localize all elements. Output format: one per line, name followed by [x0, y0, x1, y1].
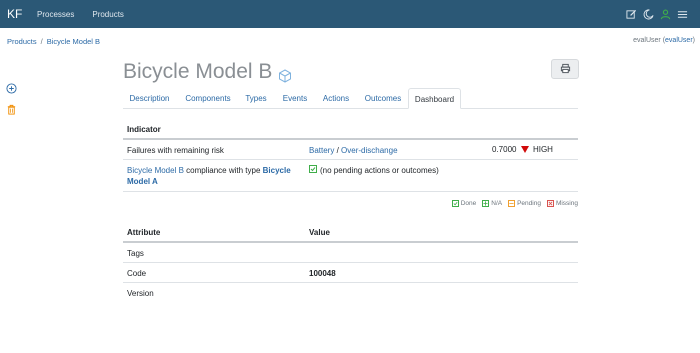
tab-components[interactable]: Components — [176, 88, 240, 109]
compliance-status-text: (no pending actions or outcomes) — [320, 165, 439, 175]
tab-types[interactable]: Types — [240, 88, 272, 109]
legend-pending-label: Pending — [517, 200, 541, 207]
risk-number: 0.7000 — [492, 145, 517, 154]
edit-icon[interactable] — [626, 9, 637, 20]
table-row: Version — [123, 283, 578, 303]
compliance-status: (no pending actions or outcomes) — [309, 165, 439, 175]
tab-dashboard[interactable]: Dashboard — [408, 88, 461, 109]
user-icon[interactable] — [660, 9, 671, 20]
pending-minus-icon — [508, 200, 516, 207]
legend-missing-label: Missing — [555, 200, 578, 207]
attribute-name: Code — [127, 269, 147, 278]
menu-icon[interactable] — [677, 9, 688, 20]
table-row: Bicycle Model B compliance with type Bic… — [123, 160, 578, 192]
table-row: Code 100048 — [123, 263, 578, 283]
missing-x-icon — [546, 200, 554, 207]
cube-icon — [278, 65, 292, 83]
breadcrumb-products[interactable]: Products — [7, 37, 37, 46]
breadcrumb: Products / Bicycle Model B — [7, 37, 100, 46]
indicator-header: Indicator — [127, 125, 161, 134]
battery-link[interactable]: Battery — [309, 146, 334, 155]
user-link[interactable]: evalUser — [665, 37, 693, 44]
moon-icon[interactable] — [643, 9, 654, 20]
indicator-label: Failures with remaining risk — [127, 146, 224, 155]
tab-events[interactable]: Events — [275, 88, 315, 109]
check-box-icon — [309, 165, 317, 175]
nav-link-processes[interactable]: Processes — [37, 10, 74, 19]
risk-value: 0.7000 HIGH — [492, 145, 553, 154]
legend-na: N/A — [482, 200, 502, 207]
bicycle-model-b-link[interactable]: Bicycle Model B — [127, 166, 184, 175]
attribute-header-row: Attribute Value — [123, 221, 578, 243]
status-legend: Done N/A Pending Missing — [451, 200, 578, 207]
done-check-icon — [451, 200, 459, 207]
tab-actions[interactable]: Actions — [315, 88, 357, 109]
nav-icons — [626, 9, 688, 20]
printer-icon — [560, 63, 571, 76]
legend-done-label: Done — [460, 200, 477, 207]
page-title-text: Bicycle Model B — [123, 60, 273, 83]
indicator-table: Indicator Failures with remaining risk B… — [123, 118, 578, 192]
nav-link-products[interactable]: Products — [92, 10, 124, 19]
attribute-name: Version — [127, 289, 154, 298]
legend-na-label: N/A — [491, 200, 503, 207]
brand-logo[interactable]: KF — [7, 7, 27, 21]
legend-missing: Missing — [546, 200, 578, 207]
user-name: evalUser — [633, 37, 661, 44]
attribute-column-header: Attribute — [127, 228, 161, 237]
attribute-table: Attribute Value Tags Code 100048 Version — [123, 221, 578, 303]
risk-level: HIGH — [532, 145, 553, 154]
user-info: evalUser (evalUser) — [633, 37, 695, 44]
breadcrumb-separator: / — [40, 37, 43, 46]
legend-done: Done — [451, 200, 477, 207]
tab-outcomes[interactable]: Outcomes — [358, 88, 408, 109]
risk-down-triangle-icon — [520, 146, 529, 154]
table-row: Tags — [123, 243, 578, 263]
legend-pending: Pending — [508, 200, 541, 207]
page-title: Bicycle Model B — [123, 60, 292, 84]
compliance-text: compliance with type — [183, 166, 263, 175]
failure-links: Battery / Over-dischange — [309, 146, 398, 155]
link-separator: / — [336, 146, 339, 155]
indicator-header-row: Indicator — [123, 118, 578, 140]
attribute-name: Tags — [127, 249, 144, 258]
tab-bar: Description Components Types Events Acti… — [123, 88, 578, 109]
add-circle-icon[interactable] — [6, 83, 17, 94]
top-navbar: KF Processes Products — [0, 0, 700, 28]
na-plus-icon — [482, 200, 490, 207]
trash-icon[interactable] — [6, 104, 17, 115]
breadcrumb-current[interactable]: Bicycle Model B — [47, 37, 100, 46]
table-row: Failures with remaining risk Battery / O… — [123, 140, 578, 160]
over-dischange-link[interactable]: Over-dischange — [341, 146, 397, 155]
print-button[interactable] — [551, 59, 579, 79]
compliance-label: Bicycle Model B compliance with type Bic… — [127, 165, 297, 187]
tab-description[interactable]: Description — [123, 88, 176, 109]
attribute-value: 100048 — [309, 269, 336, 278]
value-column-header: Value — [309, 228, 330, 237]
